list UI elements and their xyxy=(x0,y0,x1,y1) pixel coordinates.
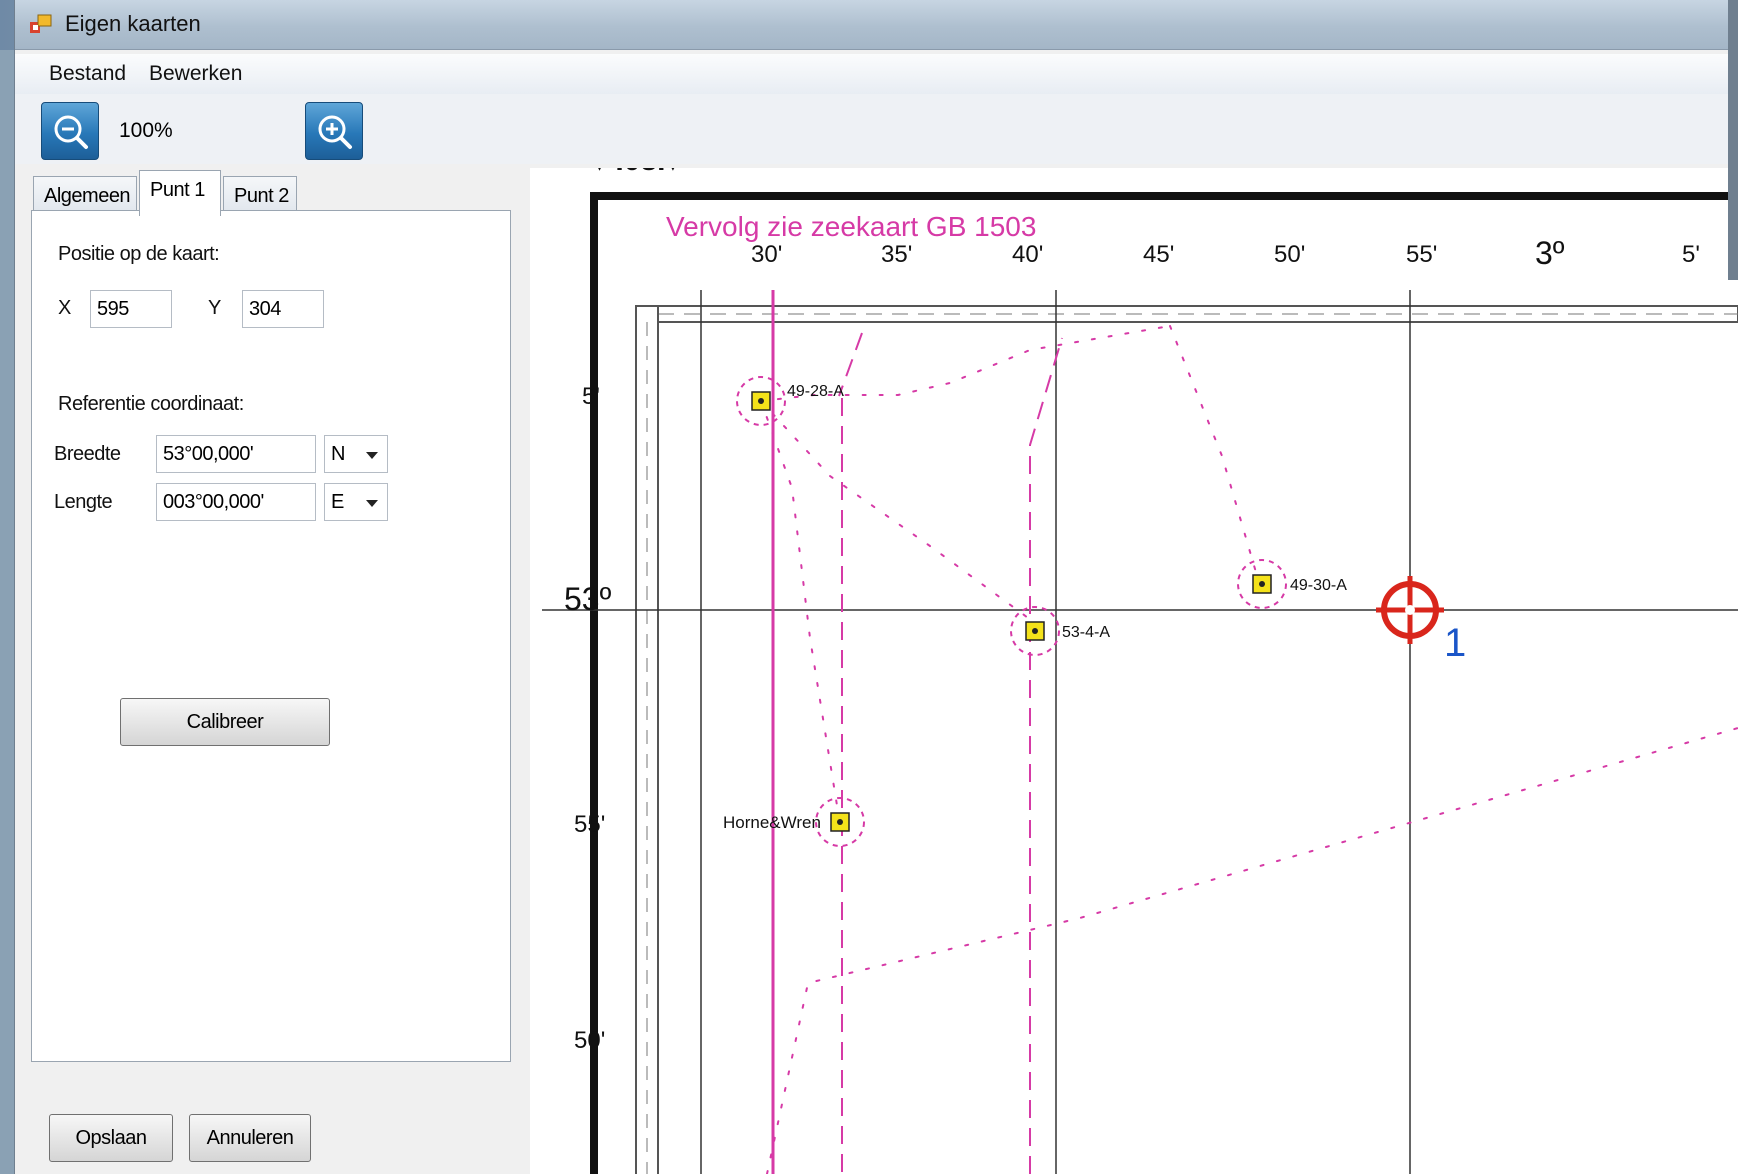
top-tick-label: 45' xyxy=(1143,241,1174,268)
latitude-label: Breedte xyxy=(54,443,121,465)
route-top-to-49-30 xyxy=(1169,325,1261,587)
left-tick-label: 5' xyxy=(582,383,600,410)
longitude-hemisphere-select[interactable]: E xyxy=(324,483,388,521)
top-tick-label: 50' xyxy=(1274,241,1305,268)
waypoint-label: 53-4-A xyxy=(1062,624,1110,641)
top-tick-label: 35' xyxy=(881,241,912,268)
zoom-out-button[interactable] xyxy=(41,102,99,160)
window-edge xyxy=(1728,0,1738,280)
tab-point-1[interactable]: Punt 1 xyxy=(139,170,221,216)
route-lower xyxy=(766,727,1738,1174)
point-1-panel: Positie op de kaart: X 595 Y 304 Referen… xyxy=(31,210,511,1062)
x-label: X xyxy=(58,297,71,319)
zoom-value: 100% xyxy=(119,119,173,142)
menu-file[interactable]: Bestand xyxy=(49,62,126,86)
zoom-in-icon xyxy=(318,115,352,149)
latitude-hemisphere-select[interactable]: N xyxy=(324,435,388,473)
nautical-chart: ▾ I08I▾ Vervolg zie zeekaart GB 1503 30'… xyxy=(542,168,1738,1174)
longitude-label: Lengte xyxy=(54,491,113,513)
calibration-point-label: 1 xyxy=(1444,621,1466,665)
waypoint-53-4-a[interactable]: 53-4-A xyxy=(1010,606,1110,656)
waypoint-label: 49-30-A xyxy=(1290,577,1347,594)
calibration-point-1-marker[interactable]: 1 xyxy=(1376,576,1466,665)
top-tick-label: 5' xyxy=(1682,241,1700,268)
left-tick-label: 55' xyxy=(574,811,605,838)
dashed-boundary xyxy=(1029,337,1063,1174)
chevron-down-icon xyxy=(366,452,378,459)
route-49-28-to-53-4 xyxy=(760,400,1036,624)
latitude-hemisphere-value: N xyxy=(331,443,346,465)
x-input[interactable]: 595 xyxy=(90,290,172,328)
top-tick-label: 30' xyxy=(751,241,782,268)
zoom-in-button[interactable] xyxy=(305,102,363,160)
latitude-input[interactable]: 53°00,000' xyxy=(156,435,316,473)
y-label: Y xyxy=(208,297,221,319)
calibrate-button[interactable]: Calibreer xyxy=(120,698,330,746)
waypoint-label: 49-28-A xyxy=(787,383,844,400)
cancel-button[interactable]: Annuleren xyxy=(189,1114,311,1162)
continuation-note: Vervolg zie zeekaart GB 1503 xyxy=(666,211,1036,242)
save-button[interactable]: Opslaan xyxy=(49,1114,173,1162)
chart-header-fragment: ▾ I08I▾ xyxy=(591,168,681,177)
chart-border xyxy=(590,192,1738,1174)
waypoint-49-28-a[interactable]: 49-28-A xyxy=(736,376,844,426)
left-tick-label: 53º xyxy=(564,581,612,617)
toolbar: 100% xyxy=(15,94,1738,164)
reference-label: Referentie coordinaat: xyxy=(58,393,244,415)
longitude-input[interactable]: 003°00,000' xyxy=(156,483,316,521)
menu-edit[interactable]: Bewerken xyxy=(149,62,242,86)
top-tick-label: 55' xyxy=(1406,241,1437,268)
menu-bar: Bestand Bewerken xyxy=(15,54,1738,94)
longitude-hemisphere-value: E xyxy=(331,491,345,513)
app-icon xyxy=(30,14,52,33)
left-tick-label: 50' xyxy=(574,1027,605,1054)
title-bar[interactable]: Eigen kaarten xyxy=(15,0,1738,50)
top-tick-label: 40' xyxy=(1012,241,1043,268)
zoom-out-icon xyxy=(54,115,88,149)
chevron-down-icon xyxy=(366,500,378,507)
y-input[interactable]: 304 xyxy=(242,290,324,328)
waypoint-label: Horne&Wren xyxy=(723,813,821,832)
window-title: Eigen kaarten xyxy=(65,11,201,36)
top-tick-label: 3º xyxy=(1535,235,1565,271)
position-label: Positie op de kaart: xyxy=(58,243,220,265)
chart-map-canvas[interactable]: ▾ I08I▾ Vervolg zie zeekaart GB 1503 30'… xyxy=(530,168,1738,1174)
